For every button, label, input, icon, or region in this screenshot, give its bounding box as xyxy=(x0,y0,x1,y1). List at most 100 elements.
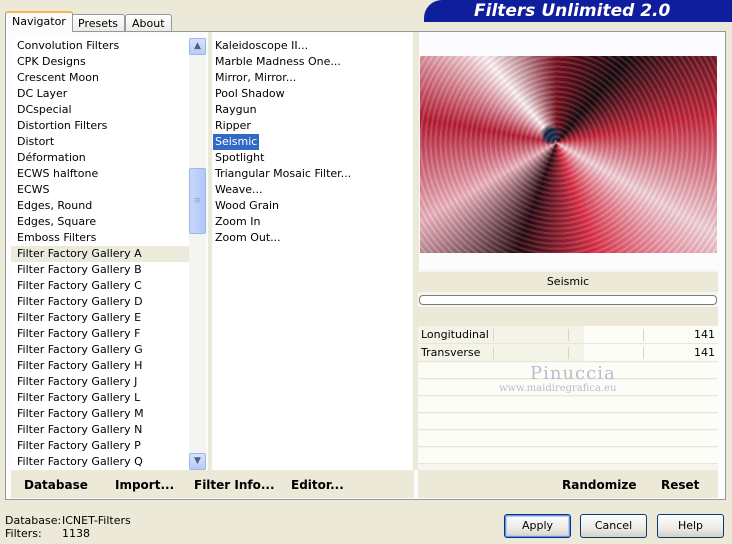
editor-button[interactable]: Editor... xyxy=(291,478,344,492)
category-item[interactable]: Convolution Filters xyxy=(11,38,189,54)
tab-presets[interactable]: Presets xyxy=(71,14,126,31)
scroll-thumb[interactable]: ≡ xyxy=(189,168,206,234)
current-filter-name: Seismic xyxy=(418,272,718,292)
category-item[interactable]: Déformation xyxy=(11,150,189,166)
filter-item-label: Zoom In xyxy=(215,215,261,228)
category-item[interactable]: DCspecial xyxy=(11,102,189,118)
category-item[interactable]: Filter Factory Gallery A xyxy=(11,246,189,262)
brand-title: Filters Unlimited 2.0 xyxy=(474,1,671,21)
filter-item-label: Wood Grain xyxy=(215,199,279,212)
category-item[interactable]: Filter Factory Gallery B xyxy=(11,262,189,278)
filter-item-label: Spotlight xyxy=(215,151,265,164)
status-database: Database:ICNET-Filters xyxy=(5,514,131,527)
category-item[interactable]: Filter Factory Gallery F xyxy=(11,326,189,342)
filter-item-label: Triangular Mosaic Filter... xyxy=(215,167,352,180)
category-item[interactable]: Filter Factory Gallery N xyxy=(11,422,189,438)
slider-tick xyxy=(493,347,494,359)
slider-header xyxy=(418,307,718,327)
filter-info-button[interactable]: Filter Info... xyxy=(194,478,275,492)
filter-list[interactable]: Kaleidoscope II... Marble Madness One... M… xyxy=(213,38,411,470)
category-item[interactable]: Emboss Filters xyxy=(11,230,189,246)
category-item[interactable]: Filter Factory Gallery J xyxy=(11,374,189,390)
status-database-label: Database: xyxy=(5,514,62,527)
category-item[interactable]: Filter Factory Gallery H xyxy=(11,358,189,374)
slider-tick xyxy=(568,329,569,341)
slider-transverse[interactable]: Transverse 141 xyxy=(418,344,718,362)
category-item[interactable]: Crescent Moon xyxy=(11,70,189,86)
category-scrollbar[interactable]: ▲ ≡ ▼ xyxy=(189,38,206,470)
filter-item-label: Mirror, Mirror... xyxy=(215,71,297,84)
slider-tick xyxy=(568,347,569,359)
slider-label: Longitudinal xyxy=(421,328,489,341)
category-item[interactable]: DC Layer xyxy=(11,86,189,102)
status-database-value: ICNET-Filters xyxy=(62,514,131,527)
filter-item[interactable]: Zoom In xyxy=(213,214,411,230)
scroll-down-icon[interactable]: ▼ xyxy=(189,453,206,470)
empty-parameter-row xyxy=(418,397,718,413)
category-item[interactable]: Filter Factory Gallery C xyxy=(11,278,189,294)
randomize-button[interactable]: Randomize xyxy=(562,478,636,492)
filter-item-label: Kaleidoscope II... xyxy=(215,39,309,52)
category-item[interactable]: Filter Factory Gallery E xyxy=(11,310,189,326)
empty-parameter-row xyxy=(418,448,718,464)
slider-value: 141 xyxy=(694,328,715,341)
category-item[interactable]: Edges, Square xyxy=(11,214,189,230)
slider-tick xyxy=(643,329,644,341)
slider-label: Transverse xyxy=(421,346,481,359)
filter-item[interactable]: Mirror, Mirror... xyxy=(213,70,411,86)
filter-item[interactable]: Wood Grain xyxy=(213,198,411,214)
import-button[interactable]: Import... xyxy=(115,478,174,492)
status-filters: Filters: 1138 xyxy=(5,527,90,540)
cancel-button[interactable]: Cancel xyxy=(580,514,647,538)
category-item[interactable]: CPK Designs xyxy=(11,54,189,70)
filter-item[interactable]: Raygun xyxy=(213,102,411,118)
category-item[interactable]: Filter Factory Gallery Q xyxy=(11,454,189,470)
reset-button[interactable]: Reset xyxy=(661,478,699,492)
slider-tick xyxy=(493,329,494,341)
filter-item-label: Raygun xyxy=(215,103,257,116)
category-item[interactable]: ECWS xyxy=(11,182,189,198)
empty-parameter-row xyxy=(418,431,718,447)
category-item[interactable]: Edges, Round xyxy=(11,198,189,214)
tab-navigator[interactable]: Navigator xyxy=(5,11,73,32)
category-item[interactable]: Filter Factory Gallery M xyxy=(11,406,189,422)
filter-item[interactable]: Weave... xyxy=(213,182,411,198)
slider-value: 141 xyxy=(694,346,715,359)
slider-longitudinal[interactable]: Longitudinal 141 xyxy=(418,326,718,344)
watermark-url: www.maidiregrafica.eu xyxy=(499,383,617,394)
filter-item-label: Weave... xyxy=(215,183,263,196)
empty-parameter-row xyxy=(418,414,718,430)
category-item[interactable]: Filter Factory Gallery L xyxy=(11,390,189,406)
filter-item[interactable]: Triangular Mosaic Filter... xyxy=(213,166,411,182)
filter-item-label: Pool Shadow xyxy=(215,87,285,100)
watermark-name: Pinuccia xyxy=(530,363,616,384)
filter-item[interactable]: Zoom Out... xyxy=(213,230,411,246)
filter-item-label: Marble Madness One... xyxy=(215,55,341,68)
filter-item[interactable]: Seismic xyxy=(213,134,411,150)
apply-button[interactable]: Apply xyxy=(504,514,571,538)
database-button[interactable]: Database xyxy=(24,478,88,492)
filter-item[interactable]: Marble Madness One... xyxy=(213,54,411,70)
slider-tick xyxy=(643,347,644,359)
filter-item-label: Ripper xyxy=(215,119,251,132)
filter-preview-image xyxy=(420,56,717,253)
scroll-up-icon[interactable]: ▲ xyxy=(189,38,206,55)
category-item[interactable]: Filter Factory Gallery P xyxy=(11,438,189,454)
filter-item[interactable]: Spotlight xyxy=(213,150,411,166)
category-list[interactable]: Convolution Filters CPK Designs Crescent M… xyxy=(11,38,189,470)
help-button[interactable]: Help xyxy=(657,514,724,538)
category-item[interactable]: Filter Factory Gallery G xyxy=(11,342,189,358)
progress-bar xyxy=(419,295,717,305)
status-filters-value: 1138 xyxy=(62,527,90,540)
panel-divider xyxy=(208,32,212,470)
filter-item[interactable]: Kaleidoscope II... xyxy=(213,38,411,54)
category-item[interactable]: Distort xyxy=(11,134,189,150)
category-item[interactable]: Filter Factory Gallery D xyxy=(11,294,189,310)
tab-about[interactable]: About xyxy=(125,14,172,31)
filter-item-label: Seismic xyxy=(213,134,260,150)
filter-item[interactable]: Ripper xyxy=(213,118,411,134)
category-item[interactable]: ECWS halftone xyxy=(11,166,189,182)
filter-item[interactable]: Pool Shadow xyxy=(213,86,411,102)
filter-item-label: Zoom Out... xyxy=(215,231,281,244)
category-item[interactable]: Distortion Filters xyxy=(11,118,189,134)
